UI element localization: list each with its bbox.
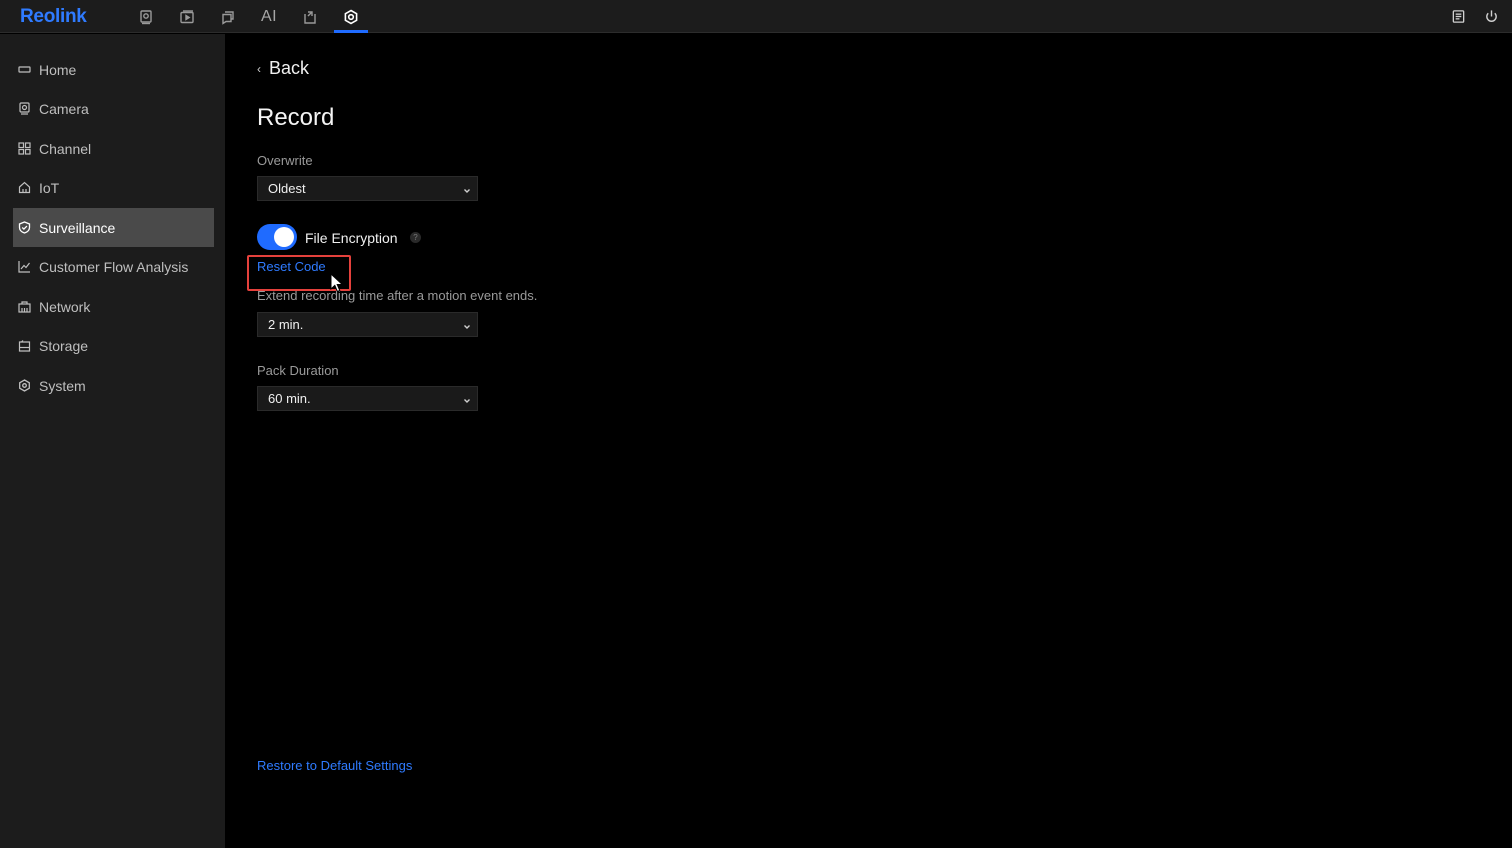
settings-icon[interactable] <box>334 0 368 33</box>
sidebar-item-camera[interactable]: Camera <box>13 89 214 128</box>
sidebar-item-customer-flow-analysis[interactable]: Customer Flow Analysis <box>13 247 214 286</box>
sidebar-item-label: Storage <box>39 337 89 354</box>
sidebar-item-label: System <box>39 377 86 394</box>
sidebar-item-system[interactable]: System <box>13 366 214 405</box>
sidebar-item-label: Channel <box>39 140 92 157</box>
storage-icon <box>18 339 31 352</box>
messages-icon[interactable] <box>211 0 245 33</box>
pack-duration-label: Pack Duration <box>257 363 339 378</box>
back-button[interactable]: ‹ Back <box>257 58 309 79</box>
camera-icon <box>18 102 31 115</box>
file-encryption-toggle[interactable] <box>257 224 297 250</box>
overwrite-label: Overwrite <box>257 153 313 168</box>
restore-default-link[interactable]: Restore to Default Settings <box>257 758 412 773</box>
power-icon[interactable] <box>1476 0 1506 33</box>
chart-icon <box>18 260 31 273</box>
ai-icon[interactable]: AI <box>252 0 286 33</box>
help-icon[interactable]: ? <box>410 232 421 243</box>
sidebar-item-label: IoT <box>39 179 60 196</box>
sidebar-item-storage[interactable]: Storage <box>13 326 214 365</box>
download-icon[interactable] <box>293 0 327 33</box>
home-icon <box>18 63 31 76</box>
sidebar: Home Camera Channel IoT Surveillance Cus… <box>0 34 225 848</box>
chevron-down-icon <box>463 393 471 403</box>
shield-icon <box>18 221 31 234</box>
overwrite-select[interactable]: Oldest <box>257 176 478 201</box>
overwrite-value: Oldest <box>268 181 306 196</box>
iot-icon <box>18 181 31 194</box>
playback-icon[interactable] <box>170 0 204 33</box>
file-encryption-label: File Encryption <box>305 230 398 246</box>
sidebar-item-label: Home <box>39 61 77 78</box>
top-bar: Reolink AI <box>0 0 1512 33</box>
pack-duration-value: 60 min. <box>268 391 311 406</box>
sidebar-item-channel[interactable]: Channel <box>13 129 214 168</box>
sidebar-item-label: Surveillance <box>39 219 116 236</box>
toggle-knob <box>274 227 294 247</box>
back-label: Back <box>269 58 310 78</box>
sidebar-item-home[interactable]: Home <box>13 50 214 89</box>
app-logo: Reolink <box>20 6 87 27</box>
post-record-label: Extend recording time after a motion eve… <box>257 288 538 303</box>
sidebar-item-label: Customer Flow Analysis <box>39 258 189 275</box>
chevron-down-icon <box>463 183 471 193</box>
system-icon <box>18 379 31 392</box>
sidebar-item-label: Network <box>39 298 91 315</box>
channel-icon <box>18 142 31 155</box>
network-icon <box>18 300 31 313</box>
chevron-down-icon <box>463 319 471 329</box>
main-content: ‹ Back Record Overwrite Oldest File Encr… <box>225 34 1512 848</box>
reset-code-link[interactable]: Reset Code <box>257 259 326 274</box>
sidebar-item-iot[interactable]: IoT <box>13 168 214 207</box>
sidebar-item-label: Camera <box>39 100 89 117</box>
sidebar-item-network[interactable]: Network <box>13 287 214 326</box>
sidebar-item-surveillance[interactable]: Surveillance <box>13 208 214 247</box>
page-title: Record <box>257 104 335 131</box>
post-record-select[interactable]: 2 min. <box>257 312 478 337</box>
camera-view-icon[interactable] <box>129 0 163 33</box>
chevron-left-icon: ‹ <box>257 61 261 76</box>
pack-duration-select[interactable]: 60 min. <box>257 386 478 411</box>
post-record-value: 2 min. <box>268 317 304 332</box>
notes-icon[interactable] <box>1443 0 1473 33</box>
